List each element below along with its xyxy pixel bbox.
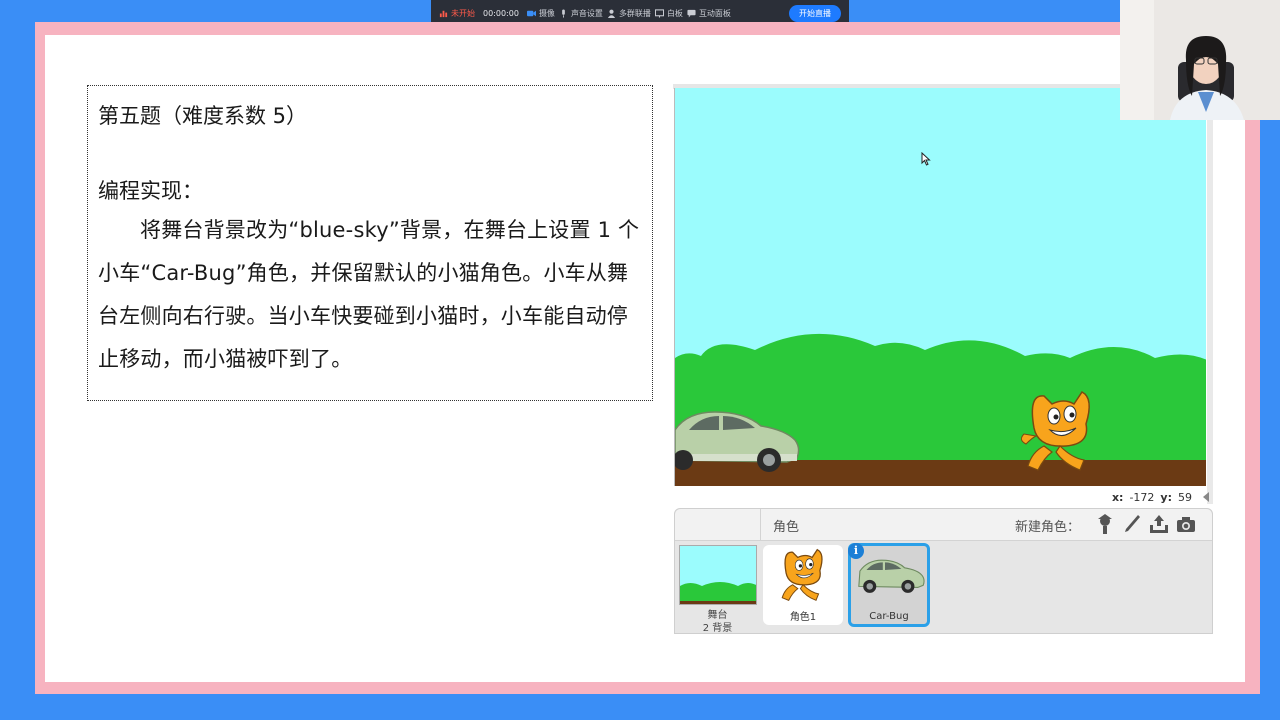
sprite-tile-car-bug[interactable]: i Car-Bug — [848, 543, 930, 627]
interactive-label: 互动面板 — [698, 9, 731, 18]
upload-icon[interactable] — [1149, 513, 1169, 535]
whiteboard-button[interactable]: 白板 — [654, 8, 683, 19]
question-box: 第五题（难度系数 5） 编程实现： 将舞台背景改为“blue-sky”背景，在舞… — [87, 85, 653, 401]
camera-toggle[interactable]: 摄像 — [526, 8, 555, 19]
stage-label: 舞台 — [707, 610, 728, 621]
audio-label: 声音设置 — [570, 9, 603, 18]
scratch-stage[interactable] — [674, 88, 1206, 486]
sprite-library-icon[interactable] — [1095, 513, 1115, 535]
mouse-coordinates: x: -172 y: 59 — [1080, 488, 1210, 506]
presenter-video — [1120, 0, 1280, 120]
timer: 00:00:00 — [483, 9, 519, 18]
question-body: 将舞台背景改为“blue-sky”背景，在舞台上设置 1 个小车“Car-Bug… — [98, 218, 640, 371]
stage-backdrops-count: 2 背景 — [702, 623, 733, 634]
new-sprite-tools — [1095, 513, 1196, 535]
sprite-panel: 角色 新建角色： 舞台 2 背景 角色1 i Car-Bug — [674, 508, 1213, 634]
stage-thumb-label: 舞台 2 背景 — [675, 609, 760, 635]
whiteboard-icon — [654, 9, 664, 18]
car-thumbnail — [858, 559, 925, 593]
sprites-label: 角色 — [773, 520, 800, 535]
x-value: -172 — [1129, 490, 1155, 504]
stage-scrollbar — [1207, 84, 1213, 504]
y-value: 59 — [1178, 490, 1192, 504]
record-icon — [439, 10, 448, 18]
record-status[interactable]: 未开始 — [439, 8, 475, 19]
user-icon — [607, 9, 616, 18]
collapse-arrow-icon[interactable] — [1203, 492, 1209, 502]
cat-sprite[interactable] — [1020, 388, 1100, 474]
microphone-icon — [562, 9, 565, 18]
multi-label: 多群联播 — [618, 9, 651, 18]
start-live-button[interactable]: 开始直播 — [789, 5, 841, 22]
question-title: 第五题（难度系数 5） — [98, 104, 308, 128]
question-subtitle: 编程实现： — [98, 179, 203, 203]
camera-icon — [526, 10, 536, 17]
record-label: 未开始 — [451, 9, 475, 18]
sprite-panel-header: 角色 新建角色： — [675, 509, 1212, 541]
header-divider — [760, 509, 761, 541]
stage-thumbnail[interactable] — [679, 545, 757, 605]
paint-brush-icon[interactable] — [1122, 513, 1142, 535]
info-icon[interactable]: i — [848, 543, 864, 559]
chat-icon — [687, 9, 696, 18]
sprite-label-car-bug: Car-Bug — [869, 611, 909, 622]
x-label: x: — [1111, 490, 1124, 504]
camera-capture-icon[interactable] — [1176, 513, 1196, 535]
new-sprite-label: 新建角色： — [1015, 520, 1081, 535]
sprite-label-cat: 角色1 — [789, 612, 817, 623]
sprite-tile-cat[interactable]: 角色1 — [763, 545, 843, 625]
whiteboard-label: 白板 — [666, 9, 683, 18]
interactive-panel[interactable]: 互动面板 — [687, 8, 731, 19]
mouse-cursor-icon — [921, 152, 931, 166]
multi-broadcast[interactable]: 多群联播 — [607, 8, 651, 19]
webcam-feed — [1120, 0, 1280, 120]
camera-label: 摄像 — [538, 9, 555, 18]
car-bug-sprite[interactable] — [675, 408, 801, 474]
cat-thumbnail — [781, 548, 823, 601]
audio-settings[interactable]: 声音设置 — [559, 8, 603, 19]
y-label: y: — [1160, 490, 1172, 504]
